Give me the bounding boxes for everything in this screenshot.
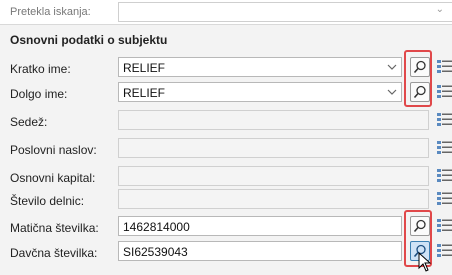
chevron-down-icon: ⌄ [435, 4, 444, 15]
chevron-down-icon[interactable] [387, 60, 397, 74]
form-row-short-name: Kratko ime: RELIEF [0, 57, 452, 79]
section-title: Osnovni podatki o subjektu [10, 33, 168, 47]
business-address-field [118, 138, 429, 158]
chevron-down-icon[interactable] [387, 85, 397, 99]
form-row-share-capital: Osnovni kapital: [0, 166, 452, 188]
business-address-label: Poslovni naslov: [10, 143, 97, 157]
list-details-icon[interactable] [437, 218, 452, 234]
seat-field [118, 110, 429, 130]
previous-searches-label: Pretekla iskanja: [10, 6, 91, 18]
long-name-combobox[interactable]: RELIEF [118, 82, 402, 102]
list-details-icon[interactable] [437, 191, 452, 207]
registration-number-input[interactable]: 1462814000 [118, 216, 402, 236]
tax-number-input[interactable]: SI62539043 [118, 241, 402, 261]
long-name-label: Dolgo ime: [10, 87, 68, 101]
form-row-tax-number: Davčna številka: SI62539043 [0, 241, 452, 263]
share-capital-field [118, 166, 429, 186]
form-row-business-address: Poslovni naslov: [0, 138, 452, 160]
previous-searches-row: Pretekla iskanja: ⌄ [0, 0, 452, 25]
share-capital-label: Osnovni kapital: [10, 171, 96, 185]
number-of-shares-field [118, 189, 429, 209]
tax-number-label: Davčna številka: [10, 246, 98, 260]
list-details-icon[interactable] [437, 112, 452, 128]
tax-number-value: SI62539043 [123, 245, 188, 259]
highlight-box-name-search [404, 50, 432, 107]
seat-label: Sedež: [10, 115, 48, 129]
form-row-long-name: Dolgo ime: RELIEF [0, 82, 452, 104]
short-name-combobox[interactable]: RELIEF [118, 57, 402, 77]
registration-number-label: Matična številka: [10, 221, 99, 235]
mouse-pointer-icon [418, 252, 432, 272]
form-row-number-of-shares: Število delnic: [0, 189, 452, 211]
subject-form-panel: Pretekla iskanja: ⌄ Osnovni podatki o su… [0, 0, 452, 275]
list-details-icon[interactable] [437, 140, 452, 156]
form-row-registration-number: Matična številka: 1462814000 [0, 216, 452, 238]
list-details-icon[interactable] [437, 168, 452, 184]
short-name-value: RELIEF [123, 61, 166, 75]
number-of-shares-label: Število delnic: [10, 194, 85, 208]
form-row-seat: Sedež: [0, 110, 452, 132]
list-details-icon[interactable] [437, 59, 452, 75]
previous-searches-dropdown[interactable]: ⌄ [118, 2, 452, 22]
list-details-icon[interactable] [437, 243, 452, 259]
list-details-icon[interactable] [437, 84, 452, 100]
short-name-label: Kratko ime: [10, 62, 71, 76]
long-name-value: RELIEF [123, 86, 166, 100]
registration-number-value: 1462814000 [123, 220, 190, 234]
